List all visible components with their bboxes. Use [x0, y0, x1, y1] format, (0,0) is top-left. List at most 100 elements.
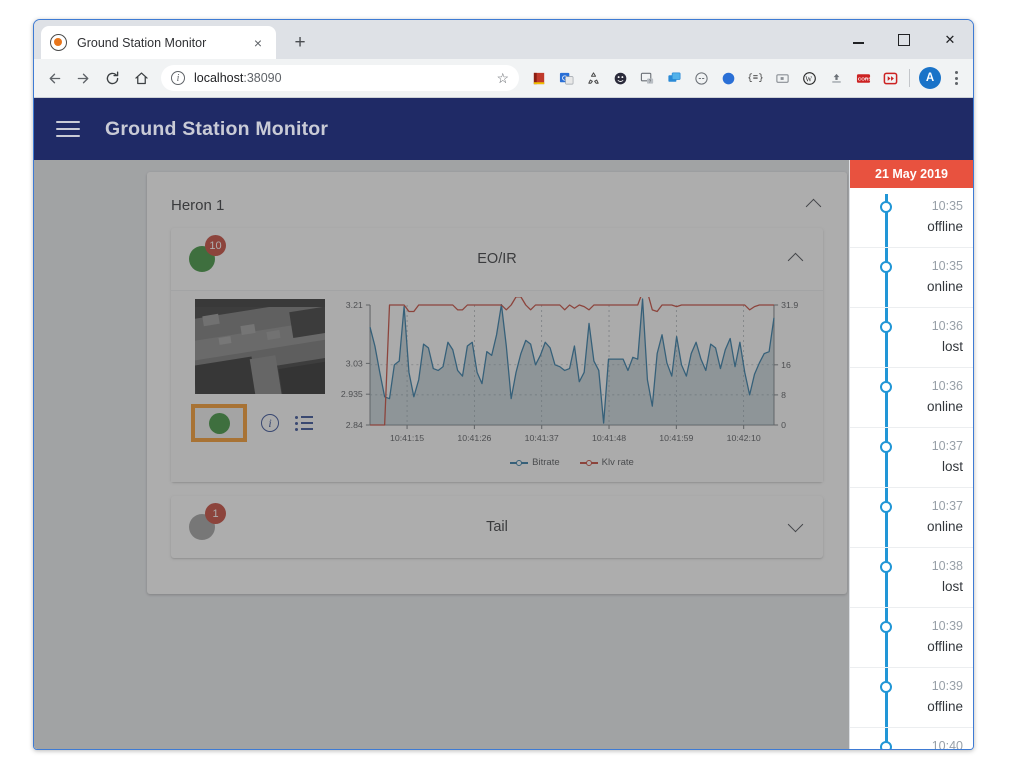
chevron-up-icon[interactable]	[787, 250, 805, 268]
device-header-tail[interactable]: 1 Tail	[171, 496, 823, 558]
site-info-icon[interactable]: i	[171, 71, 185, 85]
legend-item[interactable]: Klv rate	[580, 457, 634, 468]
legend-item[interactable]: Bitrate	[510, 457, 559, 468]
timeline-entry-time: 10:37	[932, 437, 963, 456]
timeline-entry-status: offline	[927, 697, 963, 718]
forward-arrow-icon[interactable]	[69, 64, 98, 93]
svg-text:8: 8	[781, 390, 786, 400]
timeline-entry-status: online	[927, 517, 963, 538]
timeline-entry-status: online	[927, 397, 963, 418]
status-dot-online	[209, 413, 230, 434]
new-tab-button[interactable]: +	[287, 30, 313, 56]
home-icon[interactable]	[127, 64, 156, 93]
timeline-entry[interactable]: 10:35online	[850, 248, 973, 308]
chart-column: 10:41:1510:41:2610:41:3710:41:4810:41:59…	[335, 291, 809, 468]
timeline-entry-time: 10:37	[932, 497, 963, 516]
timeline-entry[interactable]: 10:37online	[850, 488, 973, 548]
timeline-entry-status: lost	[942, 457, 963, 478]
timeline-entry[interactable]: 10:39offline	[850, 668, 973, 728]
hamburger-menu-icon[interactable]	[56, 119, 80, 139]
status-indicator-eoir: 10	[189, 246, 235, 272]
thumbnail-actions: i	[185, 404, 335, 442]
device-body-eoir: i	[171, 290, 823, 482]
timeline-entry-time: 10:40	[932, 737, 963, 750]
timeline-entry-time: 10:39	[932, 617, 963, 636]
window-maximize-button[interactable]	[881, 20, 927, 59]
bitrate-chart[interactable]: 10:41:1510:41:2610:41:3710:41:4810:41:59…	[335, 297, 809, 455]
browser-tab[interactable]: Ground Station Monitor ×	[41, 26, 276, 59]
chevron-up-icon[interactable]	[805, 196, 823, 214]
browser-toolbar: i localhost:38090 ☆ G ?	[34, 59, 973, 98]
svg-text:10:42:10: 10:42:10	[727, 433, 761, 443]
video-extension-icon[interactable]	[769, 65, 796, 92]
timeline-entry-time: 10:36	[932, 317, 963, 336]
tab-close-icon[interactable]: ×	[249, 34, 267, 52]
window-minimize-button[interactable]	[835, 20, 881, 59]
timeline-node-icon	[880, 381, 892, 393]
details-button[interactable]	[293, 412, 315, 434]
extension-icons: G ? {≡}	[526, 65, 967, 92]
svg-text:3.21: 3.21	[346, 300, 363, 310]
screen-capture-extension-icon[interactable]: ?	[634, 65, 661, 92]
chart-svg: 10:41:1510:41:2610:41:3710:41:4810:41:59…	[335, 297, 809, 455]
timeline-entry[interactable]: 10:38lost	[850, 548, 973, 608]
timeline-node-icon	[880, 321, 892, 333]
timeline-entry[interactable]: 10:36online	[850, 368, 973, 428]
lens-extension-icon[interactable]	[715, 65, 742, 92]
svg-text:CORS: CORS	[858, 76, 871, 81]
station-header[interactable]: Heron 1	[147, 182, 847, 228]
timeline-node-icon	[880, 501, 892, 513]
chevron-down-icon[interactable]	[787, 518, 805, 536]
app-title: Ground Station Monitor	[105, 118, 328, 141]
legend-swatch-icon	[510, 458, 528, 467]
bookmark-star-icon[interactable]: ☆	[496, 70, 509, 87]
window-switch-extension-icon[interactable]	[661, 65, 688, 92]
tab-title: Ground Station Monitor	[77, 36, 249, 50]
back-arrow-icon[interactable]	[40, 64, 69, 93]
timeline-entry-status: online	[927, 277, 963, 298]
url-host: localhost	[194, 71, 243, 85]
timeline-node-icon	[880, 441, 892, 453]
recycle-extension-icon[interactable]	[580, 65, 607, 92]
address-bar[interactable]: i localhost:38090 ☆	[161, 65, 519, 91]
timeline-date-chip: 21 May 2019	[850, 160, 973, 188]
timeline-node-icon	[880, 261, 892, 273]
toolbar-divider	[909, 69, 910, 87]
timeline-entry[interactable]: 10:37lost	[850, 428, 973, 488]
legend-label: Klv rate	[602, 457, 634, 468]
window-close-button[interactable]: ✕	[927, 20, 973, 59]
cors-extension-icon[interactable]: CORS	[850, 65, 877, 92]
info-button[interactable]: i	[259, 412, 281, 434]
face-extension-icon[interactable]	[607, 65, 634, 92]
timeline-entry[interactable]: 10:40online	[850, 728, 973, 750]
device-card-eoir: 10 EO/IR	[171, 228, 823, 482]
clock-extension-icon[interactable]	[688, 65, 715, 92]
reload-icon[interactable]	[98, 64, 127, 93]
legend-swatch-icon	[580, 458, 598, 467]
timeline-entry[interactable]: 10:39offline	[850, 608, 973, 668]
chart-legend: Bitrate Klv rate	[335, 457, 809, 468]
json-extension-icon[interactable]: {≡}	[742, 65, 769, 92]
svg-text:10:41:59: 10:41:59	[659, 433, 693, 443]
kebab-menu-icon[interactable]	[945, 65, 967, 92]
timeline-entry-time: 10:39	[932, 677, 963, 696]
fast-forward-extension-icon[interactable]	[877, 65, 904, 92]
timeline-entry[interactable]: 10:35offline	[850, 188, 973, 248]
profile-avatar[interactable]: A	[919, 67, 941, 89]
status-indicator-tail: 1	[189, 514, 235, 540]
timeline-entry[interactable]: 10:36lost	[850, 308, 973, 368]
events-timeline-drawer: 21 May 2019 10:35offline10:35online10:36…	[849, 160, 973, 750]
timeline-entry-status: offline	[927, 637, 963, 658]
device-header-eoir[interactable]: 10 EO/IR	[171, 228, 823, 290]
upload-extension-icon[interactable]	[823, 65, 850, 92]
svg-text:?: ?	[649, 78, 652, 83]
timeline-entry-status: offline	[927, 217, 963, 238]
bookmark-manager-extension-icon[interactable]	[526, 65, 553, 92]
google-translate-extension-icon[interactable]: G	[553, 65, 580, 92]
timeline-entry-time: 10:35	[932, 197, 963, 216]
svg-text:2.84: 2.84	[346, 420, 363, 430]
stream-status-button[interactable]	[191, 404, 247, 442]
ir-video-thumbnail[interactable]	[195, 299, 325, 394]
device-name-tail: Tail	[171, 519, 823, 535]
wikipedia-extension-icon[interactable]: W	[796, 65, 823, 92]
